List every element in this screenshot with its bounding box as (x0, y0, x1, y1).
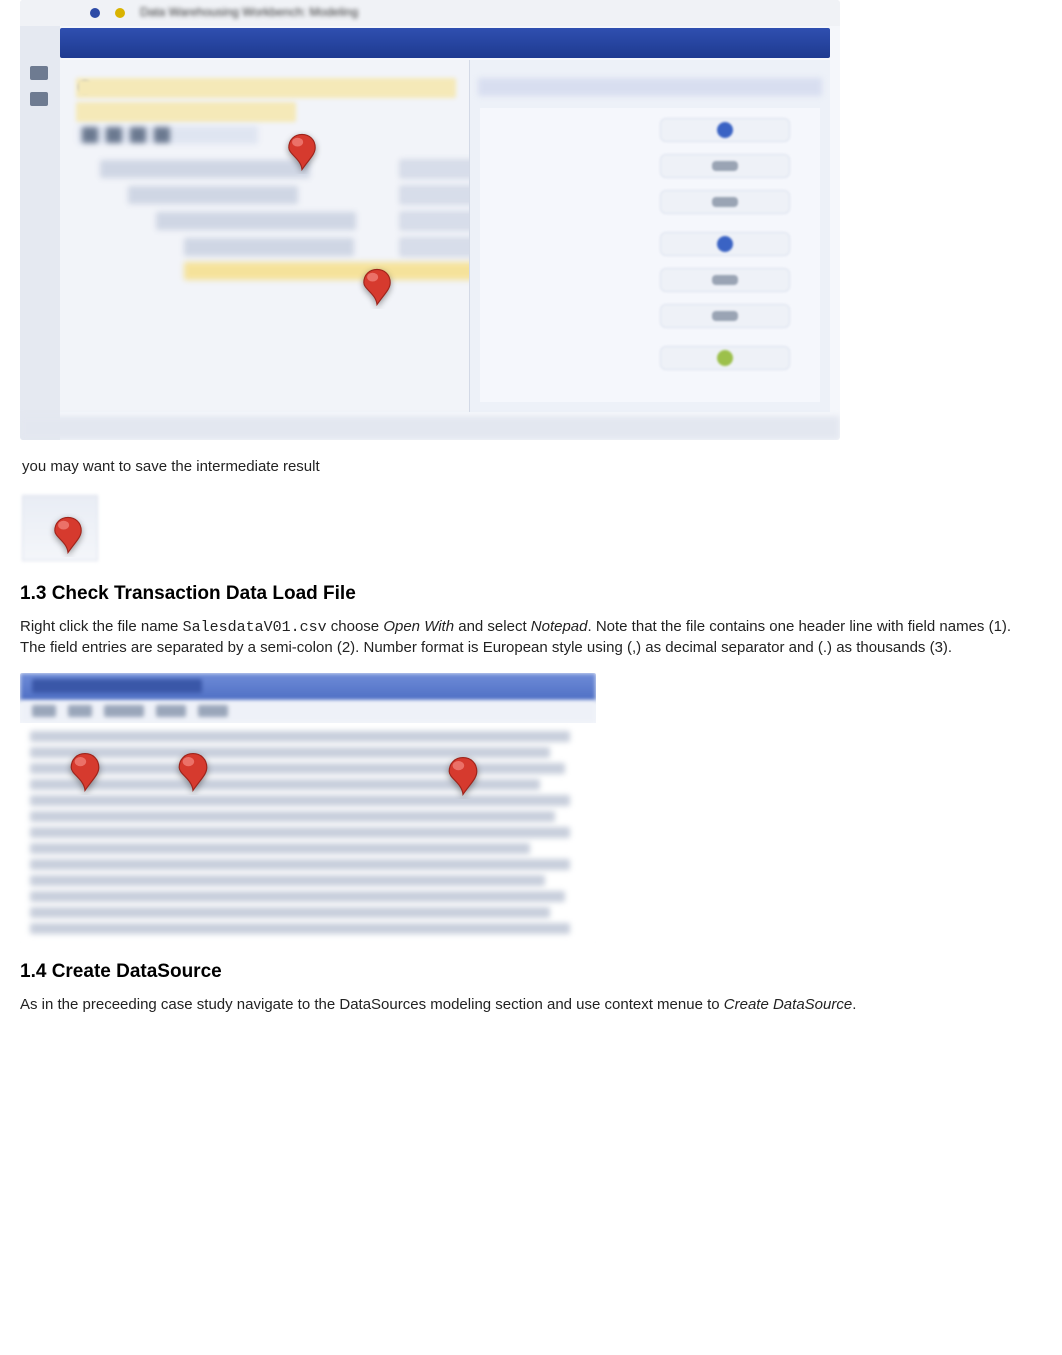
window-titlebar: Data Warehousing Workbench: Modeling (20, 0, 840, 26)
screenshot-workbench: Data Warehousing Workbench: Modeling (20, 0, 840, 440)
callout-pin-icon (440, 753, 486, 799)
tree-toolbar (78, 126, 258, 144)
selected-tree-node (184, 262, 504, 280)
content-area (60, 60, 830, 412)
right-panel (469, 60, 830, 412)
paragraph-1-3: Right click the file name SalesdataV01.c… (20, 617, 1030, 659)
status-bar (20, 416, 840, 440)
app-label: Notepad (531, 618, 588, 635)
caption-save-intermediate: you may want to save the intermediate re… (22, 458, 1042, 475)
text: and select (454, 618, 531, 635)
text: As in the preceeding case study navigate… (20, 996, 724, 1013)
screenshot-notepad (20, 673, 596, 943)
menu-label: Open With (383, 618, 454, 635)
text: Right click the file name (20, 618, 183, 635)
notepad-titlebar (20, 673, 596, 701)
filename: SalesdataV01.csv (183, 619, 327, 636)
callout-pin-icon (62, 749, 108, 795)
thumbnail-step (20, 493, 100, 563)
heading-1-4: 1.4 Create DataSource (20, 961, 1042, 983)
window-title: Data Warehousing Workbench: Modeling (140, 5, 358, 19)
paragraph-1-4: As in the preceeding case study navigate… (20, 995, 1030, 1015)
heading-1-3: 1.3 Check Transaction Data Load File (20, 583, 1042, 605)
text: choose (327, 618, 384, 635)
left-strip (20, 0, 60, 440)
text: . (852, 996, 856, 1013)
notepad-menubar (20, 701, 596, 723)
header-bar (60, 28, 830, 58)
callout-pin-icon (46, 513, 90, 557)
nav-tree (100, 160, 480, 320)
callout-pin-icon (170, 749, 216, 795)
action-label: Create DataSource (724, 996, 852, 1013)
